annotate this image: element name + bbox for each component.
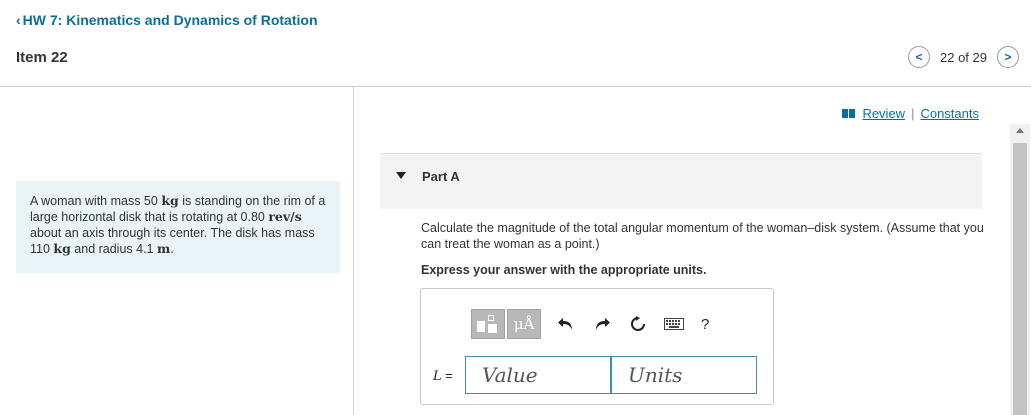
pager: < 22 of 29 > xyxy=(908,46,1019,68)
problem-statement: A woman with mass 50 kg is standing on t… xyxy=(16,181,340,273)
equals-sign: = xyxy=(441,368,453,383)
unit-m: m xyxy=(156,241,171,256)
header-divider xyxy=(0,86,1031,87)
unit-rev-per-s: rev/s xyxy=(268,209,302,224)
next-item-button[interactable]: > xyxy=(997,46,1019,68)
unit-kg: kg xyxy=(53,241,71,256)
part-label: Part A xyxy=(422,169,460,184)
item-title: Item 22 xyxy=(16,49,68,66)
scrollbar[interactable] xyxy=(1010,124,1030,415)
units-input[interactable] xyxy=(611,356,757,394)
review-link[interactable]: Review xyxy=(862,106,905,121)
templates-button[interactable] xyxy=(471,309,505,339)
variable-symbol: L xyxy=(433,369,442,384)
pager-position: 22 of 29 xyxy=(940,49,987,65)
undo-icon[interactable] xyxy=(555,313,577,335)
part-a-header[interactable]: Part A xyxy=(380,153,982,209)
variable-label: L = xyxy=(433,368,453,384)
redo-icon[interactable] xyxy=(591,313,613,335)
help-button[interactable]: ? xyxy=(701,316,709,333)
constants-link[interactable]: Constants xyxy=(920,106,979,121)
chevron-left-icon: ‹ xyxy=(16,12,21,28)
templates-icon xyxy=(477,315,499,333)
units-button[interactable]: μÅ xyxy=(507,309,541,339)
chevron-right-icon: > xyxy=(1004,50,1012,64)
problem-text: . xyxy=(170,241,175,256)
resource-links: Review | Constants xyxy=(842,106,979,121)
chevron-left-icon: < xyxy=(915,50,923,64)
problem-text: and radius 4.1 xyxy=(70,242,157,256)
reset-icon[interactable] xyxy=(627,313,649,335)
link-separator: | xyxy=(911,106,915,121)
problem-text: A woman with mass 50 xyxy=(30,194,162,208)
answer-box: μÅ ? L = xyxy=(420,288,774,405)
scroll-up-icon[interactable] xyxy=(1016,128,1024,133)
units-icon: μÅ xyxy=(513,315,535,333)
prev-item-button[interactable]: < xyxy=(908,46,930,68)
column-divider xyxy=(353,86,354,415)
unit-kg: kg xyxy=(161,193,179,208)
book-icon xyxy=(842,108,856,119)
collapse-triangle-icon[interactable] xyxy=(396,172,406,179)
answer-instruction: Express your answer with the appropriate… xyxy=(421,263,707,277)
back-link[interactable]: ‹ HW 7: Kinematics and Dynamics of Rotat… xyxy=(16,12,318,28)
scroll-thumb[interactable] xyxy=(1013,143,1027,415)
assignment-title: HW 7: Kinematics and Dynamics of Rotatio… xyxy=(22,12,318,28)
value-input[interactable] xyxy=(465,356,611,394)
math-toolbar: μÅ ? xyxy=(471,309,709,339)
question-text: Calculate the magnitude of the total ang… xyxy=(421,221,984,251)
keyboard-icon[interactable] xyxy=(663,313,685,335)
